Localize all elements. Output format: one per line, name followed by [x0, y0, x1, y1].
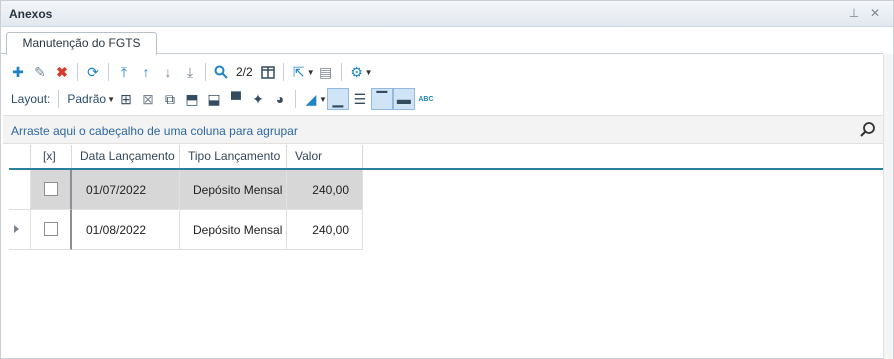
search-icon[interactable]	[210, 61, 232, 83]
last-record-icon[interactable]: ⤓	[179, 61, 201, 83]
remove-row-icon[interactable]: ⊠	[137, 88, 159, 110]
toolbar-separator	[77, 63, 78, 81]
panel-title-bar: Anexos ⊥ ✕	[1, 1, 893, 27]
spellcheck-icon[interactable]: ABC	[415, 88, 437, 110]
row-indicator[interactable]	[9, 170, 31, 210]
row-checkbox[interactable]	[44, 182, 58, 196]
group-by-bar[interactable]: Arraste aqui o cabeçalho de uma coluna p…	[3, 115, 883, 144]
table-row[interactable]: 01/08/2022 Depósito Mensal 240,00	[9, 210, 363, 250]
current-row-icon	[14, 225, 19, 233]
group-by-hint: Arraste aqui o cabeçalho de uma coluna p…	[11, 124, 298, 138]
layout-select[interactable]: Padrão	[63, 92, 110, 106]
add-icon[interactable]: ✚	[7, 61, 29, 83]
table-row[interactable]: 01/07/2022 Depósito Mensal 240,00	[9, 170, 363, 210]
toolbar-separator	[340, 63, 342, 81]
delete-icon[interactable]: ✖	[51, 61, 73, 83]
cell-valor[interactable]: 240,00	[287, 170, 363, 210]
columns-icon[interactable]	[257, 61, 279, 83]
chevron-down-icon[interactable]: ▼	[319, 95, 327, 104]
footer-icon[interactable]: ▁	[326, 88, 349, 110]
toolbar-separator	[282, 63, 284, 81]
row-indicator-header	[9, 145, 31, 169]
panel-title: Anexos	[9, 7, 53, 21]
edit-icon[interactable]: ✎	[29, 61, 51, 83]
column-header-valor[interactable]: Valor	[287, 145, 363, 169]
color-icon[interactable]: ◕	[269, 88, 291, 110]
add-row-icon[interactable]: ⊞	[115, 88, 137, 110]
pin-column-icon[interactable]: ✦	[247, 88, 269, 110]
layout-label: Layout:	[11, 92, 51, 106]
pin-icon[interactable]: ⊥	[846, 5, 862, 21]
row-lines-icon[interactable]: ☰	[349, 88, 371, 110]
chevron-down-icon[interactable]: ▼	[107, 95, 115, 104]
toolbar-separator	[295, 90, 296, 108]
vertical-scrollbar[interactable]	[883, 54, 893, 359]
cell-data[interactable]: 01/07/2022	[72, 170, 180, 210]
move-icon[interactable]: ⧉	[159, 88, 181, 110]
upload-icon[interactable]: ⬒	[181, 88, 203, 110]
toolbar-separator	[58, 90, 60, 108]
cell-tipo[interactable]: Depósito Mensal	[180, 170, 287, 210]
search-icon[interactable]	[859, 121, 877, 139]
refresh-icon[interactable]: ⟳	[82, 61, 104, 83]
record-pager: 2/2	[236, 65, 253, 79]
download-icon[interactable]: ⬓	[203, 88, 225, 110]
cell-data[interactable]: 01/08/2022	[72, 210, 180, 250]
column-header-tipo[interactable]: Tipo Lançamento	[180, 145, 287, 169]
next-record-icon[interactable]: ↓	[157, 61, 179, 83]
close-icon[interactable]: ✕	[867, 5, 883, 21]
document-icon[interactable]: ▤	[315, 61, 337, 83]
data-grid: [x] Data Lançamento Tipo Lançamento Valo…	[9, 145, 883, 359]
first-record-icon[interactable]: ⤒	[113, 61, 135, 83]
previous-record-icon[interactable]: ↑	[135, 61, 157, 83]
cell-tipo[interactable]: Depósito Mensal	[180, 210, 287, 250]
row-check-cell[interactable]	[31, 210, 72, 250]
chevron-down-icon[interactable]: ▼	[365, 68, 373, 77]
toolbar-separator	[205, 63, 206, 81]
column-header-check[interactable]: [x]	[31, 145, 72, 169]
paint-icon[interactable]: ▀	[225, 88, 247, 110]
cell-valor[interactable]: 240,00	[287, 210, 363, 250]
tab-strip: Manutenção do FGTS	[1, 28, 883, 55]
toolbar-main: ✚ ✎ ✖ ⟳ ⤒ ↑ ↓ ⤓ 2/2 ⇱ ▼ ▤ ⚙ ▼	[7, 60, 373, 84]
row-checkbox[interactable]	[44, 222, 58, 236]
header-icon[interactable]: ▔	[370, 88, 393, 110]
toolbar-separator	[108, 63, 109, 81]
column-header-data[interactable]: Data Lançamento	[72, 145, 180, 169]
row-check-cell[interactable]	[31, 170, 72, 210]
toolbar-layout: Layout: Padrão ▼ ⊞ ⊠ ⧉ ⬒ ⬓ ▀ ✦ ◕ ◢ ▼ ▁ ☰…	[7, 87, 437, 111]
group-panel-icon[interactable]: ▬	[392, 88, 415, 110]
chevron-down-icon[interactable]: ▼	[307, 68, 315, 77]
row-indicator[interactable]	[9, 210, 31, 250]
attachments-panel: Anexos ⊥ ✕ Manutenção do FGTS ✚ ✎ ✖ ⟳ ⤒ …	[0, 0, 894, 359]
tab-manutencao-fgts[interactable]: Manutenção do FGTS	[6, 32, 157, 55]
